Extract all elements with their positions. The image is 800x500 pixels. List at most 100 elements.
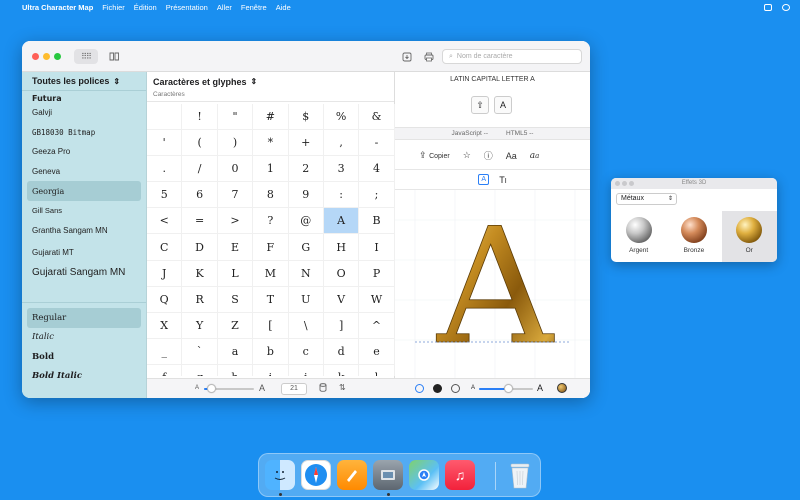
font-item-georgia[interactable]: Georgia <box>27 181 141 201</box>
white-color-swatch[interactable] <box>451 384 460 393</box>
glyph-cell[interactable]: M <box>253 260 289 287</box>
glyph-cell[interactable]: i <box>253 364 289 376</box>
black-color-swatch[interactable] <box>433 384 442 393</box>
glyph-cell[interactable]: F <box>253 234 289 261</box>
glyph-cell[interactable]: < <box>147 208 183 235</box>
effect-argent[interactable]: Argent <box>611 211 666 262</box>
maps-icon[interactable] <box>409 460 439 490</box>
glyph-cell[interactable] <box>147 104 183 131</box>
glyph-cell[interactable]: [ <box>253 312 289 339</box>
glyph-cell[interactable]: ' <box>147 130 183 157</box>
glyph-cell[interactable]: # <box>253 104 289 131</box>
glyph-cell[interactable]: . <box>147 156 183 183</box>
font-item-gb18030[interactable]: GB18030 Bitmap <box>22 123 146 143</box>
glyph-cell[interactable]: Q <box>147 286 183 313</box>
text-mode-icon[interactable]: TI <box>499 175 506 185</box>
glyph-cell[interactable]: J <box>147 260 183 287</box>
glyph-cell[interactable]: d <box>323 338 360 365</box>
glyph-cell[interactable]: X <box>147 312 183 339</box>
book-icon[interactable] <box>106 49 122 64</box>
glyph-mode-icon[interactable]: A <box>478 174 490 185</box>
font-item-gujarati-mt[interactable]: Gujarati MT <box>22 243 146 263</box>
glyph-cell[interactable]: e <box>359 338 395 365</box>
glyph-size-slider[interactable] <box>204 384 254 393</box>
trash-icon[interactable] <box>505 460 535 490</box>
font-size-field[interactable]: 21 <box>281 383 307 395</box>
glyph-cell[interactable]: " <box>217 104 254 131</box>
glyph-cell[interactable]: C <box>147 234 183 261</box>
glyph-cell[interactable]: T <box>253 286 289 313</box>
glyph-cell[interactable]: g <box>182 364 218 376</box>
glyph-cell[interactable]: 7 <box>217 182 254 209</box>
character-button[interactable]: A <box>494 96 512 114</box>
glyph-cell[interactable]: ; <box>359 182 395 209</box>
download-icon[interactable] <box>400 49 414 64</box>
minimize-button[interactable] <box>622 181 627 186</box>
glyph-cell[interactable]: > <box>217 208 254 235</box>
glyph-cell[interactable]: U <box>288 286 324 313</box>
font-item-grantha[interactable]: Grantha Sangam MN <box>22 221 146 241</box>
safari-icon[interactable] <box>301 460 331 490</box>
glyph-cell[interactable]: K <box>182 260 218 287</box>
glyph-cell[interactable]: + <box>288 130 324 157</box>
glyph-cell[interactable]: ` <box>182 338 218 365</box>
glyph-cell[interactable]: 4 <box>359 156 395 183</box>
glyph-cell[interactable]: - <box>359 130 395 157</box>
glyph-cell[interactable]: * <box>253 130 289 157</box>
info-icon[interactable]: ⓘ <box>484 149 493 162</box>
glyph-cell[interactable]: ] <box>323 312 360 339</box>
menu-fichier[interactable]: Fichier <box>102 3 125 12</box>
glyph-cell[interactable]: Y <box>182 312 218 339</box>
glyph-cell[interactable]: I <box>359 234 395 261</box>
close-button[interactable] <box>615 181 620 186</box>
effect-or[interactable]: Or <box>721 211 777 262</box>
glyph-cell[interactable]: A <box>323 208 360 235</box>
glyph-cell[interactable]: l <box>359 364 395 376</box>
control-center-icon[interactable] <box>764 3 772 11</box>
shift-icon[interactable]: ⇧ <box>471 96 489 114</box>
menu-aide[interactable]: Aide <box>276 3 291 12</box>
glyph-cell[interactable]: B <box>359 208 395 235</box>
font-item-galvji[interactable]: Galvji <box>22 103 146 123</box>
menu-edition[interactable]: Édition <box>134 3 157 12</box>
glyph-cell[interactable]: 2 <box>288 156 324 183</box>
glyph-cell[interactable]: ) <box>217 130 254 157</box>
glyph-cell[interactable]: D <box>182 234 218 261</box>
glyph-cell[interactable]: \ <box>288 312 324 339</box>
grid-view-icon[interactable]: ⠿⠿ <box>74 49 98 64</box>
menu-aller[interactable]: Aller <box>217 3 232 12</box>
glyph-cell[interactable]: 0 <box>217 156 254 183</box>
minimize-button[interactable] <box>43 53 50 60</box>
glyph-cell[interactable]: W <box>359 286 395 313</box>
glyph-cell[interactable]: 8 <box>253 182 289 209</box>
material-icon[interactable] <box>557 383 567 393</box>
glyph-cell[interactable]: f <box>147 364 183 376</box>
font-style-button[interactable]: Aa <box>506 151 517 161</box>
style-item-regular[interactable]: Regular <box>27 308 141 328</box>
glyph-cell[interactable]: 6 <box>182 182 218 209</box>
glyph-cell[interactable]: , <box>323 130 360 157</box>
glyph-cell[interactable]: % <box>323 104 360 131</box>
preview-icon[interactable] <box>373 460 403 490</box>
search-input[interactable]: ⌕ Nom de caractère <box>442 49 582 64</box>
glyph-cell[interactable]: 3 <box>323 156 360 183</box>
glyph-cell[interactable]: $ <box>288 104 324 131</box>
zoom-button[interactable] <box>629 181 634 186</box>
glyph-cell[interactable]: N <box>288 260 324 287</box>
glyph-cell[interactable]: = <box>182 208 218 235</box>
glyph-cell[interactable]: k <box>324 364 360 376</box>
style-item-italic[interactable]: Italic <box>22 328 146 348</box>
glyph-cell[interactable]: V <box>323 286 360 313</box>
zoom-slider[interactable] <box>479 384 533 393</box>
effect-bronze[interactable]: Bronze <box>666 211 721 262</box>
font-item-gill-sans[interactable]: Gill Sans <box>22 201 146 221</box>
style-item-bold-italic[interactable]: Bold Italic <box>22 367 146 387</box>
font-item-geneva[interactable]: Geneva <box>22 162 146 182</box>
star-icon[interactable]: ☆ <box>463 150 471 161</box>
glyph-cell[interactable]: & <box>359 104 395 131</box>
music-icon[interactable]: ♫ <box>445 460 475 490</box>
zoom-button[interactable] <box>54 53 61 60</box>
font-collection-selector[interactable]: Toutes les polices ⇕ <box>22 72 146 91</box>
font-item-gujarati-sangam[interactable]: Gujarati Sangam MN <box>22 263 146 283</box>
glyph-cell[interactable]: H <box>323 234 360 261</box>
